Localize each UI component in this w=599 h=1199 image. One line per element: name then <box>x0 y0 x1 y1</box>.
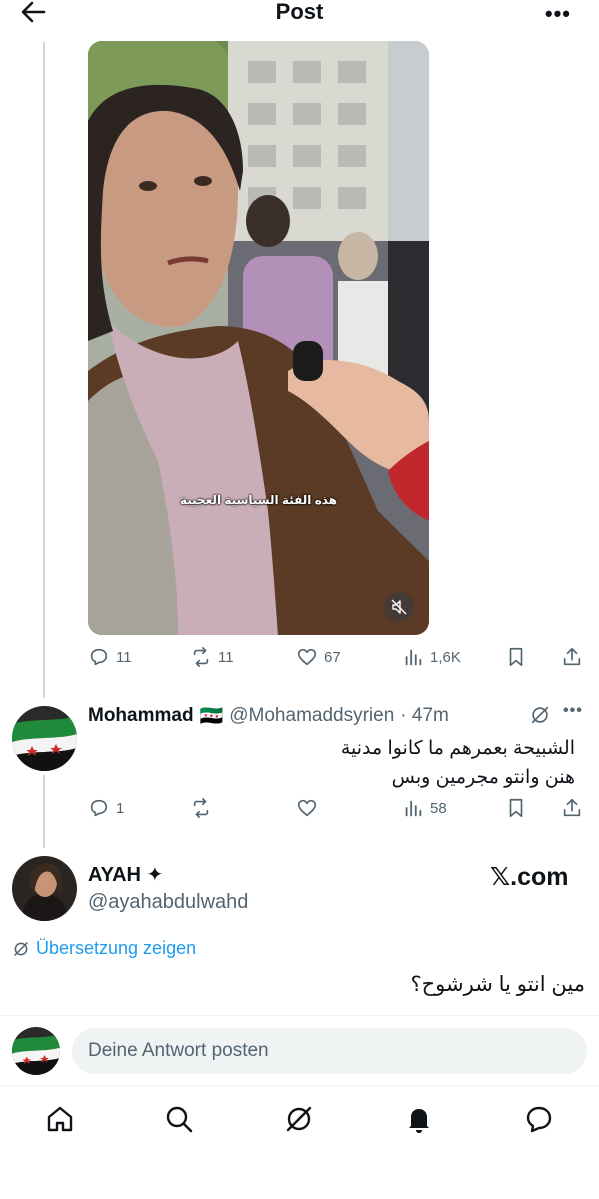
repost-icon <box>193 647 209 667</box>
page-title: Post <box>275 0 324 24</box>
reply-header: Mohammad 🇸🇾 @Mohamaddsyrien · 47m <box>88 704 449 728</box>
translate-label[interactable]: Übersetzung zeigen <box>36 938 196 959</box>
more-icon[interactable]: ••• <box>545 1 571 27</box>
views-count: 1,6K <box>430 648 461 666</box>
post-text: مين انتو يا شرشوح؟ <box>410 973 585 996</box>
share-icon[interactable] <box>561 646 583 668</box>
reply-input[interactable]: Deine Antwort posten <box>72 1028 587 1074</box>
translate-link[interactable]: Übersetzung zeigen <box>12 938 196 959</box>
bottom-nav <box>0 1087 599 1199</box>
thread-line <box>43 775 45 848</box>
views-icon <box>405 649 422 666</box>
reply-icon <box>90 799 108 817</box>
flag-avatar-image <box>12 706 77 771</box>
reply-icon <box>90 648 108 666</box>
reply-text-line: هنن وانتو مجرمين وبس <box>391 767 575 788</box>
bookmark-icon[interactable] <box>505 797 527 819</box>
video-caption: هذه الفئة السياسية العجيبة <box>179 493 338 507</box>
author-name[interactable]: AYAH ✦ <box>88 862 163 887</box>
x-com-watermark: 𝕏.com <box>490 863 569 891</box>
profile-photo <box>12 856 77 921</box>
views-button[interactable]: 1,6K <box>402 646 461 668</box>
flag-avatar-image <box>12 1027 60 1075</box>
avatar[interactable] <box>12 706 77 771</box>
repost-button[interactable]: 11 <box>190 646 234 668</box>
mute-button[interactable] <box>384 592 414 622</box>
like-button[interactable]: 67 <box>296 646 341 668</box>
views-icon <box>405 800 422 817</box>
like-button[interactable] <box>296 797 318 819</box>
reply-count: 1 <box>116 799 125 817</box>
share-icon[interactable] <box>561 797 583 819</box>
heart-icon <box>297 648 317 666</box>
post-video[interactable]: هذه الفئة السياسية العجيبة <box>88 41 429 635</box>
video-frame <box>88 41 429 635</box>
search-icon[interactable] <box>162 1102 196 1136</box>
post-action-bar: 11 11 67 1,6K <box>88 646 588 674</box>
home-icon[interactable] <box>43 1102 77 1136</box>
divider <box>0 1085 599 1086</box>
reply-button[interactable]: 1 <box>88 797 124 819</box>
grok-icon[interactable] <box>282 1102 316 1136</box>
reply-author-name[interactable]: Mohammad <box>88 705 194 727</box>
bookmark-icon[interactable] <box>505 646 527 668</box>
reply-text-line: الشبيحة بعمرهم ما كانوا مدنية <box>340 738 575 759</box>
notifications-icon[interactable] <box>402 1102 436 1136</box>
reply-text: الشبيحة بعمرهم ما كانوا مدنية هنن وانتو … <box>341 734 575 792</box>
views-count: 58 <box>430 799 447 817</box>
like-count: 67 <box>324 648 341 666</box>
heart-icon <box>297 799 317 817</box>
avatar <box>12 1027 60 1075</box>
thread-line <box>43 42 45 698</box>
author-handle[interactable]: @ayahabdulwahd <box>88 891 248 914</box>
reply-time: · 47m <box>400 705 449 726</box>
reply-button[interactable]: 11 <box>88 646 132 668</box>
repost-icon <box>193 798 209 818</box>
grok-icon <box>14 941 28 956</box>
avatar[interactable] <box>12 856 77 921</box>
views-button[interactable]: 58 <box>402 797 447 819</box>
reply-author-handle[interactable]: @Mohamaddsyrien <box>229 705 394 727</box>
reply-count: 11 <box>116 648 132 666</box>
reply-action-bar: 1 58 <box>88 797 588 825</box>
top-bar: Post ••• <box>0 0 599 26</box>
messages-icon[interactable] <box>522 1102 556 1136</box>
repost-button[interactable] <box>190 797 212 819</box>
syria-flag-icon: 🇸🇾 <box>199 706 224 727</box>
reply-more-icon[interactable]: ••• <box>563 702 583 720</box>
repost-count: 11 <box>218 648 234 666</box>
grok-icon[interactable] <box>529 704 551 726</box>
speaker-muted-icon <box>391 599 407 615</box>
divider <box>0 1015 599 1016</box>
